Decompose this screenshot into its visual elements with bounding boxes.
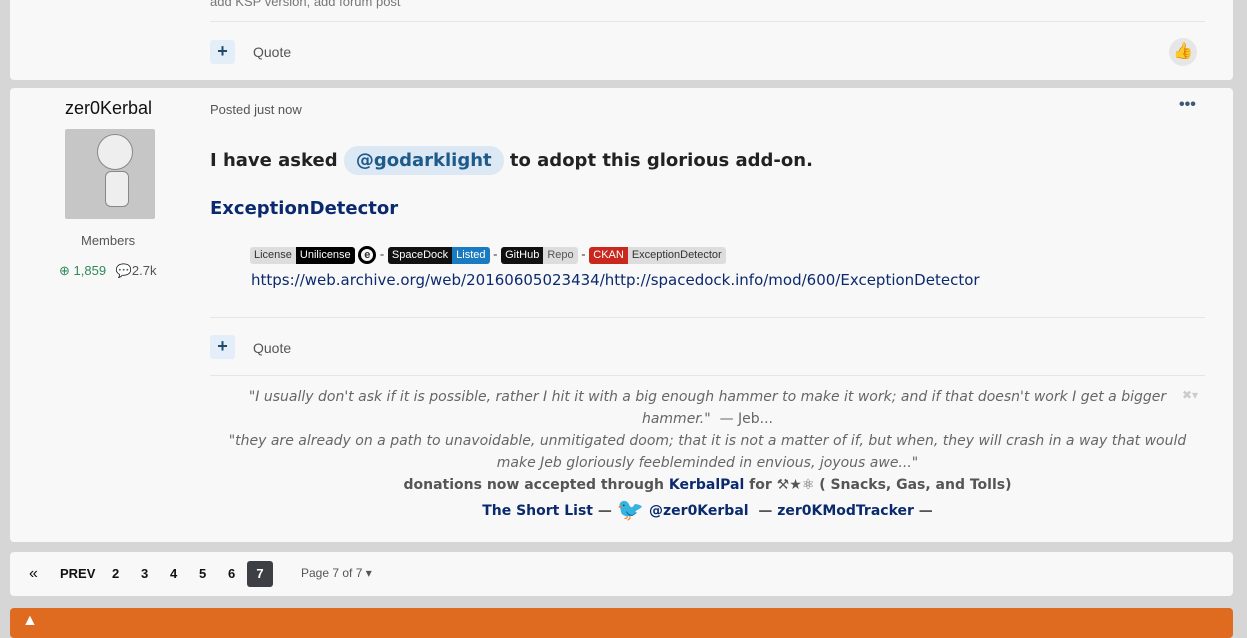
page-7-current[interactable]: 7 [247, 561, 273, 587]
spacedock-badge[interactable]: SpaceDock Listed [387, 246, 490, 264]
prev-button[interactable]: PREV [60, 552, 95, 596]
reputation-icon: ⊕ [59, 263, 70, 278]
multiquote-button[interactable]: + [210, 335, 235, 359]
avatar[interactable] [65, 129, 155, 219]
mention-link[interactable]: @godarklight [343, 146, 504, 175]
github-badge[interactable]: GitHub Repo [501, 246, 578, 264]
like-icon[interactable]: 👍 [1169, 38, 1197, 66]
divider [210, 375, 1205, 376]
page-3[interactable]: 3 [141, 552, 148, 596]
links-line: The Short List — 🐦 @zer0Kerbal — zer0KMo… [482, 498, 933, 523]
post-intro: I have asked @godarklight to adopt this … [210, 146, 813, 175]
twitter-link[interactable]: @zer0Kerbal [649, 503, 749, 519]
donations-line: donations now accepted through KerbalPal… [403, 477, 1012, 493]
separator: - [493, 246, 498, 262]
page-4[interactable]: 4 [170, 552, 177, 596]
multiquote-button[interactable]: + [210, 40, 235, 64]
warning-banner: ▲ [10, 608, 1233, 638]
kerbalpal-link[interactable]: KerbalPal [669, 477, 744, 493]
posts-count: 2.7k [131, 263, 157, 278]
short-list-link[interactable]: The Short List [482, 503, 593, 519]
page-jump-dropdown[interactable]: Page 7 of 7 ▾ [301, 566, 372, 580]
author-name[interactable]: zer0Kerbal [65, 98, 152, 119]
member-group: Members [81, 233, 136, 248]
intro-text: I have asked [210, 150, 338, 171]
page-6[interactable]: 6 [228, 552, 235, 596]
signature-quote-2: "they are already on a path to unavoidab… [228, 433, 1187, 471]
warning-icon: ▲ [22, 612, 38, 629]
tracker-link[interactable]: zer0KModTracker [777, 503, 914, 519]
author-stats: ⊕ 1,859 💬2.7k [59, 263, 156, 279]
donation-icons: ⚒★⚛ [776, 477, 815, 493]
signature: "I usually don't ask if it is possible, … [210, 386, 1205, 522]
divider [210, 21, 1205, 22]
archive-link[interactable]: https://web.archive.org/web/201606050234… [251, 271, 980, 289]
page-2[interactable]: 2 [112, 552, 119, 596]
previous-post: add KSP version, add forum post + Quote … [10, 0, 1233, 80]
post: zer0Kerbal Members ⊕ 1,859 💬2.7k Posted … [10, 88, 1233, 542]
post-date[interactable]: Posted just now [210, 102, 302, 117]
mod-link[interactable]: ExceptionDetector [210, 198, 398, 219]
quote-button[interactable]: Quote [253, 340, 291, 356]
page-5[interactable]: 5 [199, 552, 206, 596]
ckan-badge[interactable]: CKAN ExceptionDetector [589, 246, 726, 264]
posts-icon: 💬 [115, 263, 132, 278]
first-page-button[interactable]: « [29, 552, 38, 596]
unlicense-icon: e [358, 246, 377, 264]
license-badge[interactable]: License Unilicense [250, 246, 355, 264]
twitter-icon[interactable]: 🐦 [617, 498, 644, 523]
reputation-count: 1,859 [73, 263, 107, 278]
separator: - [581, 246, 586, 262]
signature-quote-1: "I usually don't ask if it is possible, … [248, 389, 1167, 427]
pagination: « PREV 2 3 4 5 6 7 Page 7 of 7 ▾ [10, 552, 1233, 596]
quote-button[interactable]: Quote [253, 44, 291, 60]
previous-post-text: add KSP version, add forum post [210, 0, 401, 9]
post-menu-icon[interactable]: ••• [1179, 96, 1196, 114]
separator: - [379, 246, 385, 262]
badges-row: License Unilicense e - SpaceDock Listed - … [250, 246, 726, 264]
intro-text-after: to adopt this glorious add-on. [509, 150, 813, 171]
divider [210, 317, 1205, 318]
